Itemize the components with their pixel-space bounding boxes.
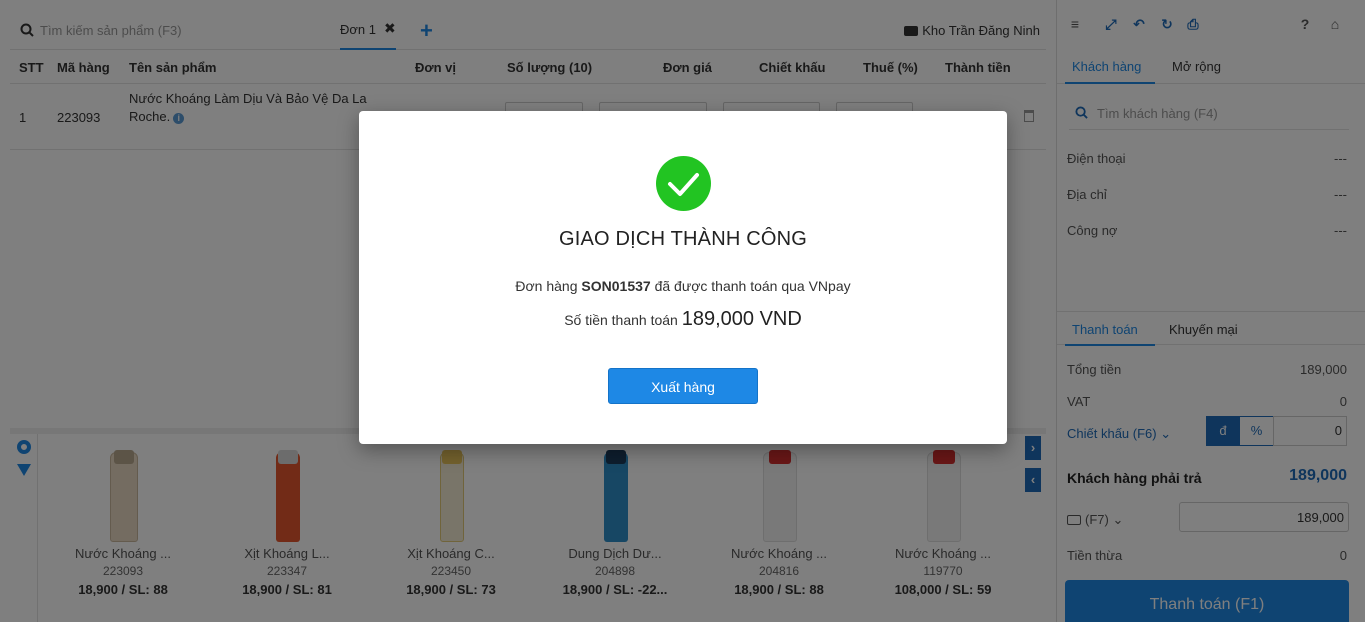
msg-prefix: Đơn hàng	[515, 278, 578, 294]
success-modal: GIAO DỊCH THÀNH CÔNG Đơn hàng SON01537 đ…	[359, 111, 1007, 444]
modal-title: GIAO DỊCH THÀNH CÔNG	[558, 228, 808, 250]
amount-prefix: Số tiền thanh toán	[564, 312, 678, 328]
amount-value: 189,000 VND	[681, 308, 802, 330]
modal-amount-line: Số tiền thanh toán 189,000 VND	[359, 308, 1007, 331]
order-code: SON01537	[581, 278, 651, 294]
msg-suffix: đã được thanh toán qua VNpay	[654, 278, 851, 294]
success-check-icon	[656, 156, 711, 211]
modal-message: Đơn hàng SON01537 đã được thanh toán qua…	[359, 278, 1007, 294]
export-goods-button[interactable]: Xuất hàng	[608, 368, 758, 404]
